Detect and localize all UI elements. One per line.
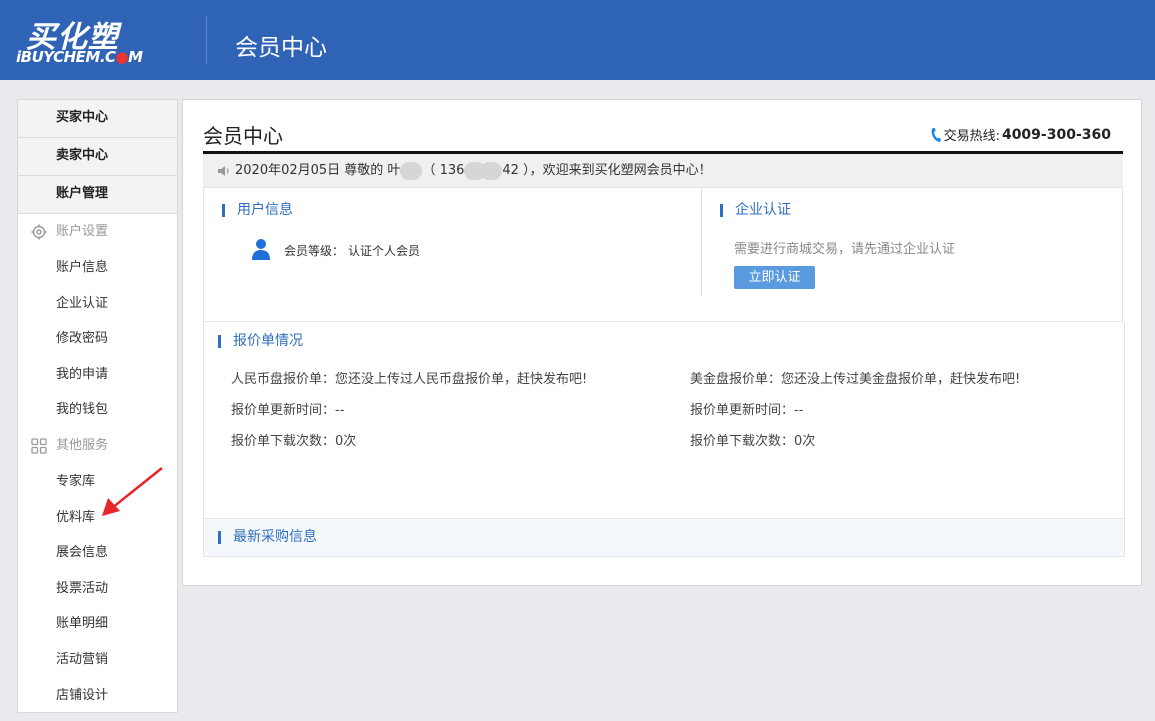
- member-level-label: 会员等级：: [284, 243, 345, 258]
- usd-quote-status: 美金盘报价单：您还没上传过美金盘报价单，赶快发布吧!: [690, 372, 1021, 387]
- sidebar-item-my-applications[interactable]: 我的申请: [18, 357, 177, 393]
- usd-quote-update-time: 报价单更新时间：--: [690, 403, 804, 418]
- latest-purchase-section: 最新采购信息: [203, 518, 1125, 557]
- hotline: 交易热线: 4009-300-360: [930, 125, 1111, 144]
- column-divider: [701, 188, 702, 296]
- phone-icon: [931, 127, 941, 142]
- sidebar: 买家中心 卖家中心 账户管理 账户设置 账户信息 企业认证 修改密码 我的申请 …: [17, 99, 178, 713]
- sidebar-item-bill-details[interactable]: 账单明细: [18, 606, 177, 642]
- rmb-quote-update-time: 报价单更新时间：--: [231, 403, 345, 418]
- header-title: 会员中心: [235, 35, 327, 61]
- sidebar-item-voting-activity[interactable]: 投票活动: [18, 571, 177, 607]
- sidebar-item-account-info[interactable]: 账户信息: [18, 250, 177, 286]
- welcome-text-date: 2020年02月05日 尊敬的 叶: [235, 162, 401, 178]
- latest-purchase-title: 最新采购信息: [218, 530, 317, 544]
- sidebar-item-marketing[interactable]: 活动营销: [18, 642, 177, 678]
- usd-quote-downloads: 报价单下载次数：0次: [690, 434, 816, 449]
- redacted-phone: [480, 161, 503, 180]
- welcome-bar: 2020年02月05日 尊敬的 叶 （ 136 42 ），欢迎来到买化塑网会员中…: [203, 154, 1123, 188]
- enterprise-cert-title: 企业认证: [720, 203, 791, 217]
- logo[interactable]: 买化塑 iBUYCHEM.C●M: [16, 12, 186, 68]
- welcome-text-phone: （ 136: [422, 162, 465, 178]
- cert-tip: 需要进行商城交易，请先通过企业认证: [734, 242, 956, 257]
- hotline-number: 4009-300-360: [1001, 126, 1111, 143]
- member-level: 会员等级： 认证个人会员: [252, 238, 420, 262]
- sidebar-head-seller[interactable]: 卖家中心: [18, 138, 177, 176]
- quote-title: 报价单情况: [218, 334, 303, 348]
- sidebar-group-label: 账户设置: [56, 224, 109, 239]
- header-divider: [206, 16, 207, 64]
- red-arrow-annotation: [102, 467, 163, 516]
- user-info-title: 用户信息: [222, 203, 293, 217]
- user-avatar-icon: [252, 239, 270, 260]
- grid-icon: [30, 437, 48, 455]
- rmb-quote-downloads: 报价单下载次数：0次: [231, 434, 357, 449]
- sidebar-item-exhibition-info[interactable]: 展会信息: [18, 535, 177, 571]
- sidebar-item-enterprise-cert[interactable]: 企业认证: [18, 286, 177, 322]
- sidebar-head-buyer[interactable]: 买家中心: [18, 100, 177, 138]
- member-level-value: 认证个人会员: [348, 243, 421, 258]
- sidebar-head-account[interactable]: 账户管理: [18, 176, 177, 214]
- main-panel: 会员中心 交易热线: 4009-300-360 2020年02月05日 尊敬的 …: [182, 99, 1142, 586]
- certify-now-button[interactable]: 立即认证: [734, 266, 815, 289]
- sidebar-item-shop-design[interactable]: 店铺设计: [18, 678, 177, 714]
- sidebar-item-change-password[interactable]: 修改密码: [18, 321, 177, 357]
- redacted-name: [400, 161, 423, 180]
- logo-english: iBUYCHEM.C●M: [16, 48, 143, 66]
- sidebar-group-other-services: 其他服务: [18, 428, 177, 464]
- rmb-quote-status: 人民币盘报价单：您还没上传过人民币盘报价单，赶快发布吧!: [231, 372, 588, 387]
- welcome-text-greeting: 42 ），欢迎来到买化塑网会员中心！: [502, 162, 712, 178]
- sidebar-group-label: 其他服务: [56, 437, 109, 453]
- speaker-icon: [218, 165, 229, 176]
- gear-icon: [30, 223, 48, 241]
- quote-section: 报价单情况 人民币盘报价单：您还没上传过人民币盘报价单，赶快发布吧! 报价单更新…: [203, 322, 1125, 518]
- hotline-label: 交易热线:: [943, 129, 1000, 144]
- sidebar-item-my-wallet[interactable]: 我的钱包: [18, 392, 177, 428]
- top-header: 买化塑 iBUYCHEM.C●M 会员中心: [0, 0, 1155, 80]
- info-section: 用户信息 会员等级： 认证个人会员 企业认证 需要进行商城交易，请先通过企业认证…: [203, 188, 1123, 322]
- page-title: 会员中心: [203, 124, 283, 148]
- sidebar-group-account-settings: 账户设置: [18, 214, 177, 250]
